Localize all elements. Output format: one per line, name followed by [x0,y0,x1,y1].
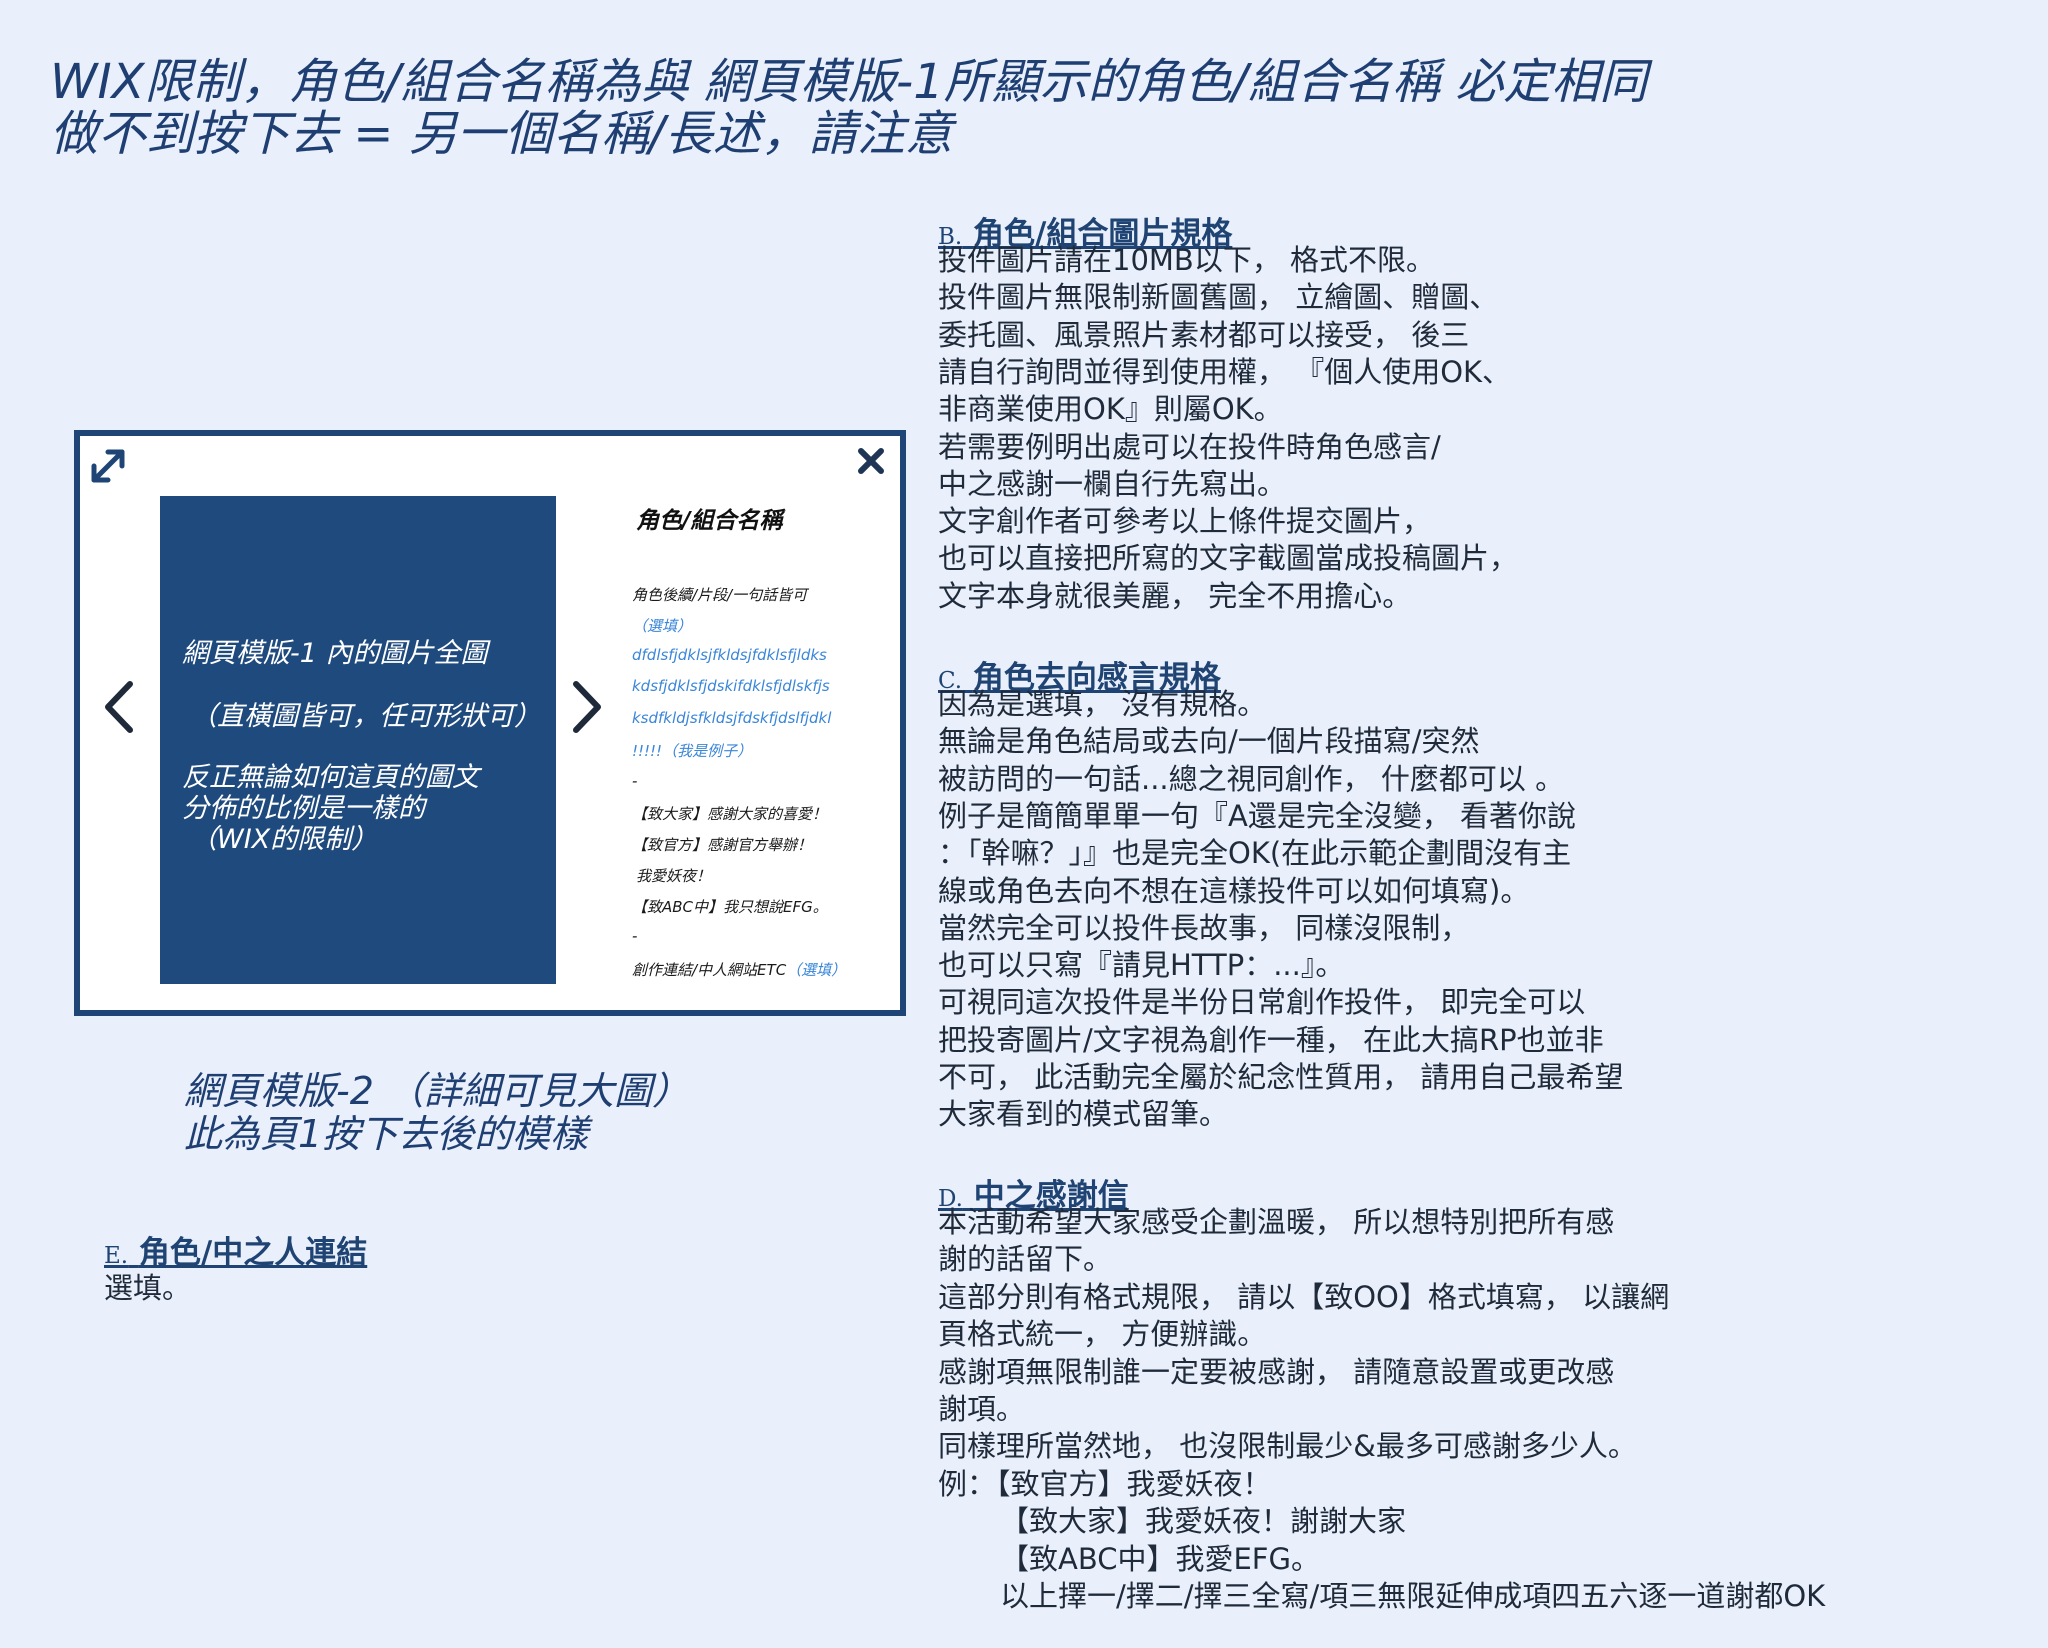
caption-line-2: 此為頁1按下去後的模樣 [184,1112,589,1156]
panel-line: 角色後續/片段/一句話皆可 [632,586,808,604]
section-b-line: 文字本身就很美麗， 完全不用擔心。 [938,578,1412,613]
header-line-1: WIX限制，角色/組合名稱為與 網頁模版-1所顯示的角色/組合名稱 必定相同 [50,54,1648,110]
gallery-image-placeholder: 網頁模版-1 內的圖片全圖 （直橫圖皆可，任可形狀可） 反正無論如何這頁的圖文 … [160,496,556,984]
close-icon[interactable] [856,446,886,476]
panel-line: - [632,927,638,945]
section-c-line: 大家看到的模式留筆。 [938,1097,1229,1132]
section-d-line: 謝的話留下。 [938,1242,1113,1277]
section-c-line: 例子是簡簡單單一句『A還是完全沒變， 看著你說 [938,798,1577,833]
section-b-line: 委托圖、風景照片素材都可以接受， 後三 [938,317,1470,352]
panel-line: !!!!!（我是例子） [632,742,753,760]
section-e-letter: E. [104,1243,129,1269]
section-c-line: 可視同這次投件是半份日常創作投件， 即完全可以 [938,985,1586,1020]
section-d-line: 【致ABC中】我愛EFG。 [1000,1541,1320,1576]
resize-icon [91,449,125,483]
section-e-title: 角色/中之人連結 [138,1235,368,1271]
panel-line: dfdlsfjdklsjfkldsjfdklsfjldks [632,646,827,664]
panel-line: kdsfjdklsfjdskifdklsfjdlskfjs [632,677,830,695]
section-d-line: 例：【致官方】我愛妖夜！ [938,1466,1272,1501]
section-d-line: 以上擇一/擇二/擇三全寫/項三無限延伸成項四五六逐一道謝都OK [1000,1579,1826,1613]
section-d-line: 本活動希望大家感受企劃溫暖， 所以想特別把所有感 [938,1205,1615,1239]
section-c-line: 被訪問的一句話...總之視同創作， 什麼都可以 。 [938,761,1565,796]
section-c-line: 不可， 此活動完全屬於紀念性質用， 請用自己最希望 [938,1060,1624,1094]
gallery-text-5: （WIX的限制） [190,824,379,855]
chevron-left-icon[interactable] [102,680,136,734]
section-c-line: 因為是選填， 沒有規格。 [938,687,1267,721]
gallery-text-4: 分佈的比例是一樣的 [182,793,425,824]
panel-line: ksdfkldjsfkldsjfdskfjdslfjdkl [632,709,832,727]
panel-link-line: 創作連結/中人網站ETC（選填） [632,959,846,980]
section-d-line: 同樣理所當然地， 也沒限制最少&最多可感謝多少人。 [938,1429,1637,1464]
section-e-heading: E. 角色/中之人連結 [104,1227,367,1272]
section-b-line: 非商業使用OK』則屬OK。 [938,392,1283,427]
section-d-line: 頁格式統一， 方便辦識。 [938,1317,1267,1352]
section-d-line: 謝項。 [938,1392,1026,1426]
section-b-line: 若需要例明出處可以在投件時角色感言/ [938,429,1441,464]
gallery-text-2: （直橫圖皆可，任可形狀可） [190,701,541,732]
section-b-line: 中之感謝一欄自行先寫出。 [938,466,1287,501]
section-d-line: 【致大家】我愛妖夜！謝謝大家 [1000,1504,1407,1539]
section-e-line: 選填。 [104,1271,192,1305]
panel-line: 【致ABC中】我只想說EFG。 [632,898,828,916]
template-modal-mockup: 網頁模版-1 內的圖片全圖 （直橫圖皆可，任可形狀可） 反正無論如何這頁的圖文 … [74,430,906,1016]
chevron-right-icon[interactable] [570,680,604,734]
header-line-2: 做不到按下去 = 另一個名稱/長述，請注意 [50,106,953,162]
panel-link-text: 創作連結/中人網站ETC [632,961,787,979]
section-c-line: 也可以只寫『請見HTTP：...』。 [938,948,1345,983]
section-b-line: 投件圖片請在10MB以下， 格式不限。 [938,243,1436,277]
section-c-line: ：「幹嘛？」』也是完全OK(在此示範企劃間沒有主 [938,836,1572,871]
caption-line-1: 網頁模版-2 （詳細可見大圖） [184,1069,690,1113]
section-c-line: 無論是角色結局或去向/一個片段描寫/突然 [938,724,1480,759]
panel-line: （選填） [632,617,693,635]
gallery-text-1: 網頁模版-1 內的圖片全圖 [182,638,488,669]
section-c-line: 當然完全可以投件長故事， 同樣沒限制， [938,910,1470,945]
panel-line: 【致官方】感謝官方舉辦！ [632,836,813,854]
section-d-line: 這部分則有格式規限， 請以【致OO】格式填寫， 以讓網 [938,1279,1670,1314]
panel-line: - [632,772,638,790]
panel-link-optional: （選填） [786,961,847,979]
section-d-line: 感謝項無限制誰一定要被感謝， 請隨意設置或更改感 [938,1354,1615,1389]
section-c-line: 線或角色去向不想在這樣投件可以如何填寫)。 [938,873,1530,908]
section-b-line: 投件圖片無限制新圖舊圖， 立繪圖、贈圖、 [938,280,1499,315]
gallery-text-3: 反正無論如何這頁的圖文 [182,762,479,793]
panel-title: 角色/組合名稱 [636,508,783,534]
section-b-line: 文字創作者可參考以上條件提交圖片， [938,504,1432,539]
panel-line: 我愛妖夜！ [636,867,712,885]
section-b-line: 請自行詢問並得到使用權， 『個人使用OK、 [938,354,1512,389]
section-c-line: 把投寄圖片/文字視為創作一種， 在此大搞RP也並非 [938,1022,1604,1057]
section-b-line: 也可以直接把所寫的文字截圖當成投稿圖片， [938,541,1519,576]
panel-line: 【致大家】感謝大家的喜愛！ [632,805,828,823]
